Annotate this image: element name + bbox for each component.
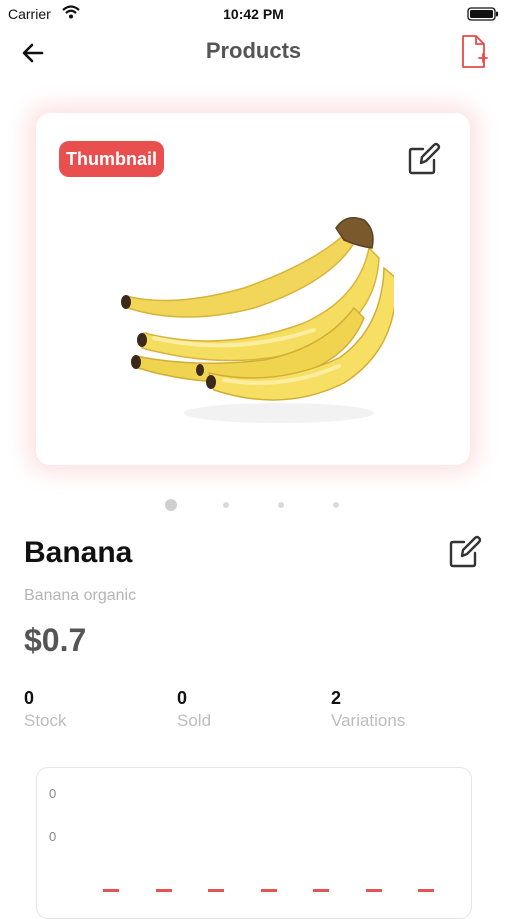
banana-image bbox=[121, 217, 394, 423]
sales-chart: 0 0 bbox=[36, 767, 472, 919]
file-add-icon[interactable] bbox=[459, 34, 489, 70]
nav-bar: Products bbox=[0, 30, 507, 74]
y-tick-label: 0 bbox=[49, 829, 57, 844]
chart-bar bbox=[313, 889, 329, 892]
stat-value: 2 bbox=[331, 688, 342, 708]
stat-stock: 0 Stock bbox=[24, 688, 67, 731]
stat-value: 0 bbox=[24, 688, 35, 708]
chart-bar bbox=[260, 889, 277, 892]
stat-value: 0 bbox=[177, 688, 188, 708]
chart-bar bbox=[208, 889, 224, 892]
stat-label: Sold bbox=[177, 711, 212, 730]
status-bar: Carrier 10:42 PM bbox=[0, 0, 507, 30]
page-title: Products bbox=[205, 38, 302, 63]
page-dot[interactable] bbox=[333, 502, 339, 508]
product-image-card[interactable]: Thumbnail bbox=[36, 113, 470, 465]
product-description: Banana organic bbox=[24, 587, 137, 604]
stat-label: Variations bbox=[331, 711, 406, 730]
stat-sold: 0 Sold bbox=[177, 688, 211, 731]
chart-bar bbox=[103, 889, 119, 892]
battery-icon bbox=[467, 7, 498, 21]
page-dot-active[interactable] bbox=[165, 499, 177, 511]
thumbnail-badge: Thumbnail bbox=[59, 141, 164, 177]
chart-bar bbox=[418, 889, 434, 892]
chart-bar bbox=[155, 889, 172, 892]
edit-icon[interactable] bbox=[406, 141, 442, 177]
stat-label: Stock bbox=[24, 711, 67, 730]
y-tick-label: 0 bbox=[49, 786, 57, 801]
page-dot[interactable] bbox=[278, 502, 284, 508]
product-name: Banana bbox=[24, 536, 133, 569]
chart-bar bbox=[365, 889, 382, 892]
page-dot[interactable] bbox=[223, 502, 229, 508]
gallery-pagination[interactable] bbox=[0, 499, 507, 513]
product-price: $0.7 bbox=[24, 622, 87, 658]
stat-variations: 2 Variations bbox=[331, 688, 405, 731]
edit-product-icon[interactable] bbox=[447, 534, 483, 570]
clock: 10:42 PM bbox=[223, 6, 284, 22]
